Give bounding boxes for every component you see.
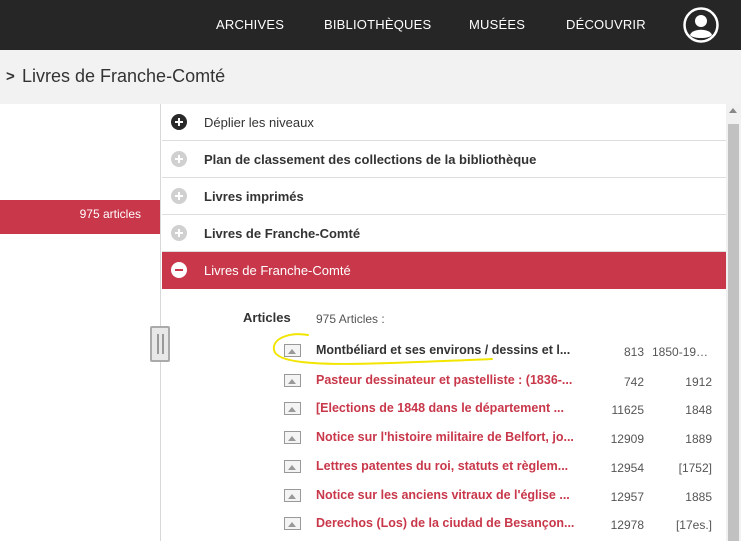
article-date: 1850-190... (652, 345, 712, 359)
plus-circle-icon[interactable] (171, 188, 187, 204)
nav-bibliotheques[interactable]: BIBLIOTHÈQUES (324, 17, 431, 32)
page-title: Livres de Franche-Comté (22, 66, 226, 86)
tree-level-4-active[interactable]: Livres de Franche-Comté (162, 252, 726, 289)
article-title[interactable]: Notice sur les anciens vitraux de l'égli… (316, 488, 578, 502)
image-icon (284, 402, 301, 415)
left-panel: 975 articles (0, 104, 161, 541)
article-row[interactable]: Derechos (Los) de la ciudad de Besançon.… (284, 512, 724, 536)
article-number: 12954 (610, 461, 644, 475)
article-date: 1912 (685, 375, 712, 389)
articles-label: Articles (243, 310, 291, 325)
article-row[interactable]: Notice sur l'histoire militaire de Belfo… (284, 426, 724, 450)
nav-musees[interactable]: MUSÉES (469, 17, 525, 32)
tree-level-label: Livres imprimés (204, 189, 304, 204)
article-row[interactable]: Lettres patentes du roi, statuts et règl… (284, 455, 724, 479)
nav-archives[interactable]: ARCHIVES (216, 17, 284, 32)
tree-level-1[interactable]: Plan de classement des collections de la… (162, 141, 726, 178)
breadcrumb: > Livres de Franche-Comté (0, 50, 741, 104)
article-title[interactable]: Notice sur l'histoire militaire de Belfo… (316, 430, 578, 444)
vertical-scrollbar[interactable] (726, 104, 741, 541)
article-date: [17es.] (675, 518, 712, 532)
article-number: 813 (623, 345, 644, 359)
tree-level-label: Livres de Franche-Comté (204, 226, 361, 241)
plus-circle-icon[interactable] (171, 225, 187, 241)
expand-levels-label: Déplier les niveaux (204, 115, 314, 130)
plus-circle-icon[interactable] (171, 151, 187, 167)
article-number: 12978 (610, 518, 644, 532)
tree-level-label: Livres de Franche-Comté (204, 263, 351, 278)
plus-circle-icon (171, 114, 187, 130)
image-icon (284, 489, 301, 502)
user-account-icon[interactable] (683, 7, 719, 43)
tree-level-3[interactable]: Livres de Franche-Comté (162, 215, 726, 252)
nav-decouvrir[interactable]: DÉCOUVRIR (566, 17, 646, 32)
scroll-thumb[interactable] (728, 124, 739, 541)
image-icon (284, 460, 301, 473)
article-row[interactable]: Pasteur dessinateur et pastelliste : (18… (284, 369, 724, 393)
article-title[interactable]: Pasteur dessinateur et pastelliste : (18… (316, 373, 578, 387)
image-icon (284, 374, 301, 387)
article-number: 12957 (610, 490, 644, 504)
article-date: 1889 (685, 432, 712, 446)
article-number: 12909 (610, 432, 644, 446)
article-title[interactable]: Derechos (Los) de la ciudad de Besançon.… (316, 516, 578, 530)
tree-level-label: Plan de classement des collections de la… (204, 152, 537, 167)
image-icon (284, 517, 301, 530)
top-navigation-bar: ARCHIVES BIBLIOTHÈQUES MUSÉES DÉCOUVRIR (0, 0, 741, 50)
panel-resize-handle[interactable] (150, 326, 170, 362)
chevron-right-icon: > (6, 68, 15, 85)
article-date: [1752] (678, 461, 712, 475)
minus-circle-icon[interactable] (171, 262, 187, 278)
image-icon (284, 431, 301, 444)
article-number: 11625 (611, 403, 644, 417)
articles-count: 975 Articles : (316, 312, 385, 326)
expand-levels-row[interactable]: Déplier les niveaux (162, 104, 726, 141)
article-title[interactable]: Lettres patentes du roi, statuts et règl… (316, 459, 578, 473)
article-date: 1885 (685, 490, 712, 504)
article-title[interactable]: [Elections de 1848 dans le département .… (316, 401, 578, 415)
article-count-tab[interactable]: 975 articles (0, 200, 160, 234)
article-row[interactable]: Notice sur les anciens vitraux de l'égli… (284, 484, 724, 508)
yellow-highlight-annotation (272, 333, 493, 365)
article-row[interactable]: [Elections de 1848 dans le département .… (284, 397, 724, 421)
article-date: 1848 (685, 403, 712, 417)
article-number: 742 (623, 375, 644, 389)
tree-level-2[interactable]: Livres imprimés (162, 178, 726, 215)
scroll-up-arrow-icon[interactable] (729, 108, 737, 113)
